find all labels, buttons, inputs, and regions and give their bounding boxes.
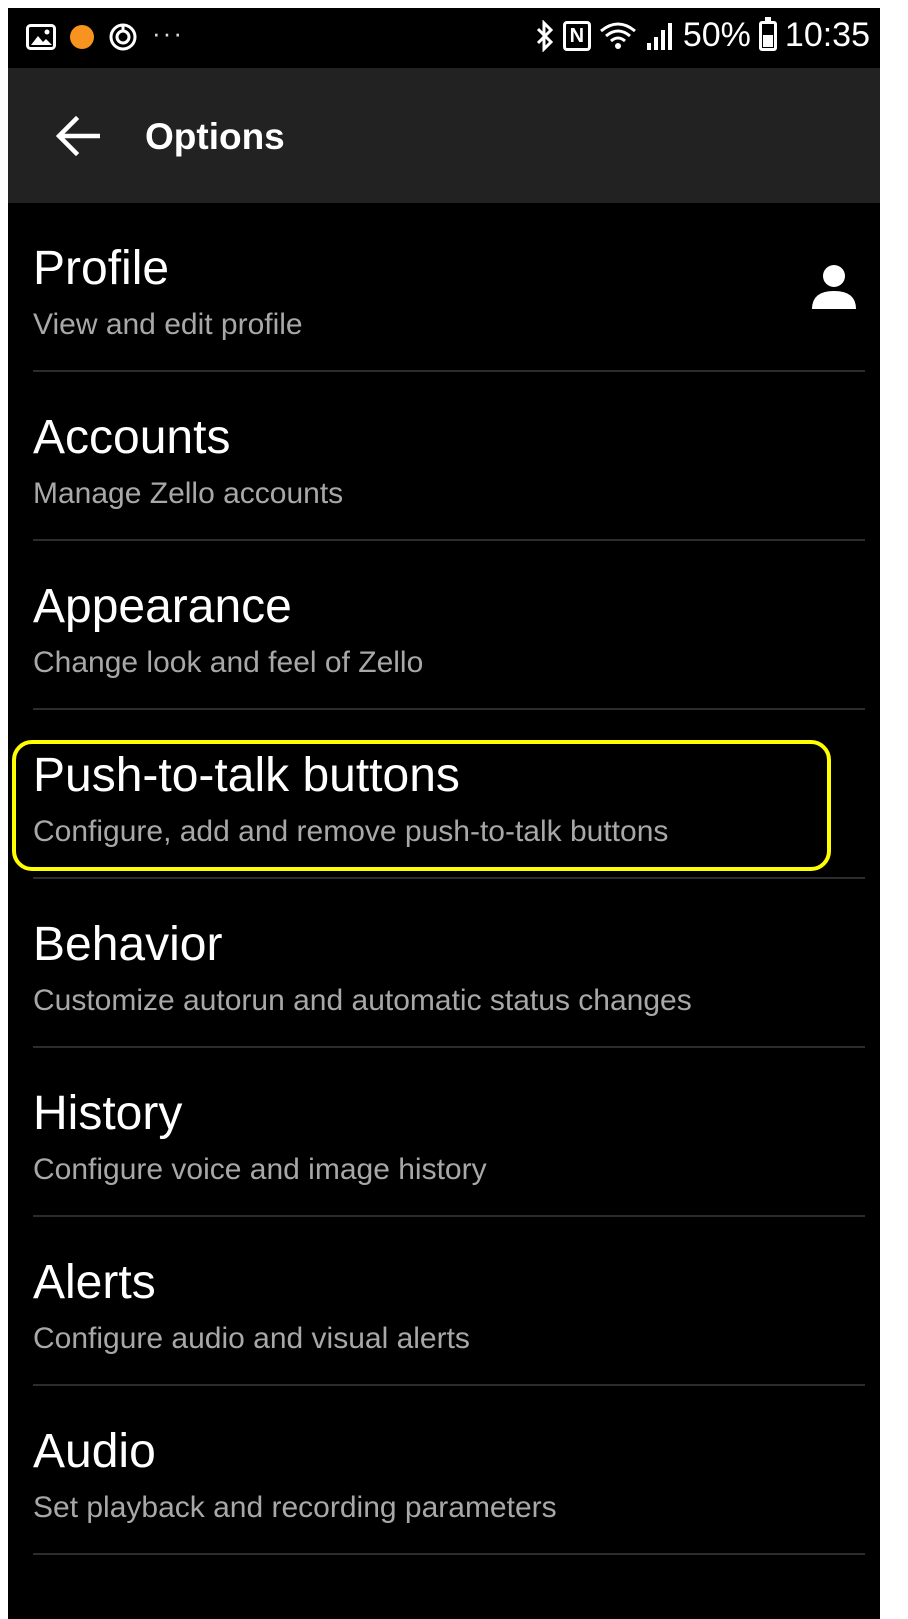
- status-bar-notifications: ···: [26, 18, 184, 52]
- option-subtitle: View and edit profile: [33, 308, 303, 341]
- option-title: Accounts: [33, 411, 231, 464]
- option-subtitle: Customize autorun and automatic status c…: [33, 984, 692, 1017]
- page-title: Options: [145, 116, 285, 157]
- option-audio[interactable]: Audio Set playback and recording paramet…: [8, 1386, 880, 1555]
- option-appearance[interactable]: Appearance Change look and feel of Zello: [8, 541, 880, 710]
- option-behavior[interactable]: Behavior Customize autorun and automatic…: [8, 879, 880, 1048]
- clock: 10:35: [784, 16, 870, 54]
- sync-icon: [109, 23, 137, 51]
- option-subtitle: Configure, add and remove push-to-talk b…: [33, 815, 669, 848]
- option-profile[interactable]: Profile View and edit profile: [8, 203, 880, 372]
- option-title: Behavior: [33, 918, 223, 971]
- option-subtitle: Manage Zello accounts: [33, 477, 344, 510]
- option-title: History: [33, 1087, 183, 1140]
- wifi-icon: [599, 22, 636, 49]
- nfc-icon: N: [562, 20, 591, 51]
- signal-icon: [646, 22, 672, 50]
- more-notifications-icon: ···: [152, 17, 184, 48]
- divider: [33, 1553, 865, 1555]
- option-subtitle: Configure voice and image history: [33, 1153, 487, 1186]
- battery-icon: [758, 16, 777, 51]
- option-title: Appearance: [33, 580, 292, 633]
- option-subtitle: Change look and feel of Zello: [33, 646, 424, 679]
- back-arrow-icon: [56, 116, 100, 156]
- option-title: Alerts: [33, 1256, 156, 1309]
- option-title: Profile: [33, 242, 170, 295]
- option-accounts[interactable]: Accounts Manage Zello accounts: [8, 372, 880, 541]
- person-icon: [812, 265, 856, 309]
- option-title: Push-to-talk buttons: [33, 749, 460, 802]
- option-history[interactable]: History Configure voice and image histor…: [8, 1048, 880, 1217]
- bluetooth-icon: [536, 19, 553, 52]
- option-subtitle: Set playback and recording parameters: [33, 1491, 557, 1524]
- status-bar: ··· N 50% 10:35: [8, 8, 880, 68]
- back-button[interactable]: [46, 104, 110, 168]
- status-bar-system: N 50% 10:35: [535, 16, 870, 55]
- phone-screen: ··· N 50% 10:35 Options Profile View and…: [8, 8, 880, 1619]
- battery-percent: 50%: [682, 16, 751, 54]
- app-notification-icon: [70, 25, 94, 49]
- app-toolbar: Options: [8, 68, 880, 203]
- option-push-to-talk-buttons[interactable]: Push-to-talk buttons Configure, add and …: [8, 710, 880, 879]
- option-alerts[interactable]: Alerts Configure audio and visual alerts: [8, 1217, 880, 1386]
- gallery-icon: [26, 24, 56, 50]
- option-title: Audio: [33, 1425, 156, 1478]
- option-subtitle: Configure audio and visual alerts: [33, 1322, 470, 1355]
